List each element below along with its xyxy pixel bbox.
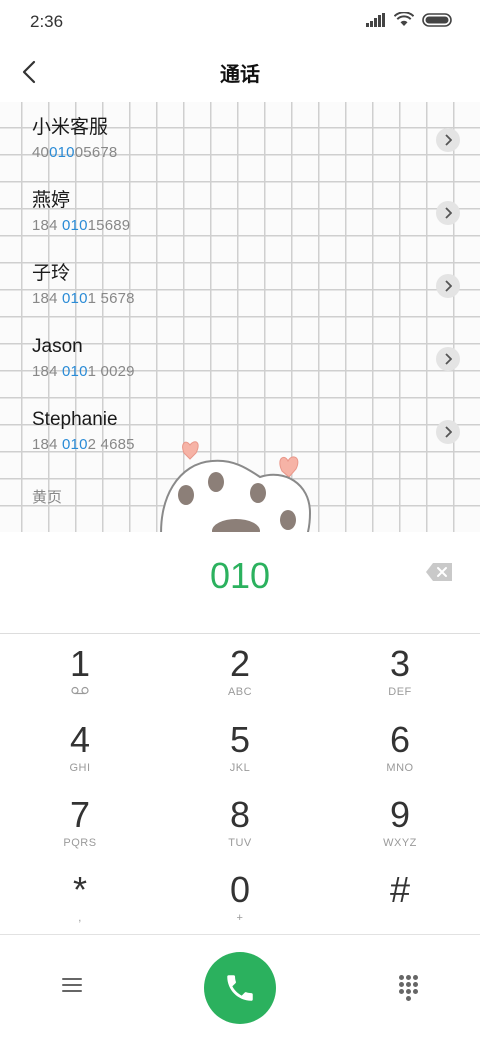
key-digit: 2 (229, 643, 251, 684)
key-letters: , (78, 912, 82, 924)
dial-display: 010 (0, 533, 480, 634)
signal-icon (366, 12, 385, 27)
keypad-icon-dot (399, 982, 404, 987)
key-letters: JKL (229, 762, 251, 774)
key-7[interactable]: 7 PQRS (0, 785, 160, 860)
yellow-pages-label: 黄页 (32, 489, 63, 506)
backspace-button[interactable] (426, 563, 452, 586)
key-digit: # (389, 869, 411, 910)
key-hash[interactable]: # (320, 860, 480, 935)
keypad-icon (399, 975, 404, 980)
contact-number: 184 0101 0029 (32, 363, 135, 380)
keypad-icon-dot (406, 996, 411, 1001)
key-digit: 3 (389, 643, 411, 684)
keypad-icon-dot (413, 989, 418, 994)
contact-results-list: 小米客服 4001005678 燕婷 184 01015689 子玲 184 0… (0, 102, 480, 532)
call-button[interactable] (204, 952, 276, 1024)
key-letters: + (236, 912, 244, 924)
key-letters (0, 686, 160, 700)
status-bar: 2:36 (0, 0, 480, 44)
dial-keypad: 1 2 ABC 3 DEF 4 GHI 5 JKL 6 MNO 7 PQRS 8… (0, 634, 480, 934)
key-digit: 9 (389, 794, 411, 835)
key-4[interactable]: 4 GHI (0, 710, 160, 785)
keypad-icon-dot (399, 989, 404, 994)
chevron-right-icon (445, 207, 452, 219)
chevron-right-icon (445, 426, 452, 438)
contact-name: 子玲 (32, 263, 71, 284)
keypad-icon-dot (406, 989, 411, 994)
key-3[interactable]: 3 DEF (320, 634, 480, 709)
contact-name: Jason (32, 336, 83, 357)
key-2[interactable]: 2 ABC (160, 634, 320, 709)
key-digit: 6 (389, 719, 411, 760)
contact-detail-button[interactable] (436, 420, 460, 444)
chevron-right-icon (445, 134, 452, 146)
chevron-right-icon (445, 353, 452, 365)
key-digit: 0 (229, 869, 251, 910)
key-letters: PQRS (63, 837, 97, 849)
key-8[interactable]: 8 TUV (160, 785, 320, 860)
status-time: 2:36 (30, 12, 64, 31)
key-9[interactable]: 9 WXYZ (320, 785, 480, 860)
key-digit: * (72, 869, 87, 910)
keypad-icon-dot (413, 982, 418, 987)
paw-illustration (160, 441, 312, 532)
contact-detail-button[interactable] (436, 274, 460, 298)
contact-number: 184 0101 5678 (32, 290, 135, 307)
key-0[interactable]: 0 + (160, 860, 320, 935)
key-letters: GHI (69, 762, 91, 774)
contact-row[interactable]: 燕婷 184 01015689 (32, 189, 472, 255)
keypad-icon-dot (406, 982, 411, 987)
key-5[interactable]: 5 JKL (160, 710, 320, 785)
backspace-icon (426, 563, 452, 581)
contact-row[interactable]: 子玲 184 0101 5678 (32, 262, 472, 328)
header: 通话 (0, 44, 480, 100)
page-title: 通话 (220, 64, 260, 86)
key-digit: 7 (69, 794, 91, 835)
key-star[interactable]: * , (0, 860, 160, 935)
dialed-number: 010 (209, 555, 271, 596)
key-letters: MNO (386, 762, 414, 774)
contact-number: 184 01015689 (32, 217, 131, 234)
key-digit: 8 (229, 794, 251, 835)
menu-button[interactable] (60, 975, 84, 1000)
key-letters (320, 912, 480, 926)
key-6[interactable]: 6 MNO (320, 710, 480, 785)
voicemail-icon (71, 686, 89, 695)
contact-name: 小米客服 (32, 117, 109, 138)
chevron-right-icon (445, 280, 452, 292)
wifi-icon (394, 12, 414, 26)
key-letters: TUV (228, 837, 252, 849)
contact-name: 燕婷 (32, 190, 71, 211)
contact-detail-button[interactable] (436, 128, 460, 152)
phone-icon (227, 975, 253, 1001)
menu-icon (62, 978, 82, 992)
key-letters: WXYZ (383, 837, 417, 849)
contact-number: 4001005678 (32, 144, 118, 161)
battery-icon (422, 12, 452, 27)
contact-row[interactable]: Jason 184 0101 0029 (32, 335, 472, 401)
key-letters: ABC (227, 686, 253, 698)
key-1[interactable]: 1 (0, 634, 160, 709)
keypad-icon-dot (406, 975, 411, 980)
contact-row[interactable]: 小米客服 4001005678 (32, 116, 472, 182)
status-icons (366, 12, 452, 27)
key-digit: 5 (229, 719, 251, 760)
keypad-icon-dot (413, 975, 418, 980)
key-digit: 4 (69, 719, 91, 760)
key-digit: 1 (69, 643, 91, 684)
keypad-toggle-button[interactable] (399, 975, 418, 1001)
bottom-action-bar (0, 934, 480, 1041)
contact-detail-button[interactable] (436, 201, 460, 225)
contact-detail-button[interactable] (436, 347, 460, 371)
key-letters: DEF (388, 686, 412, 698)
